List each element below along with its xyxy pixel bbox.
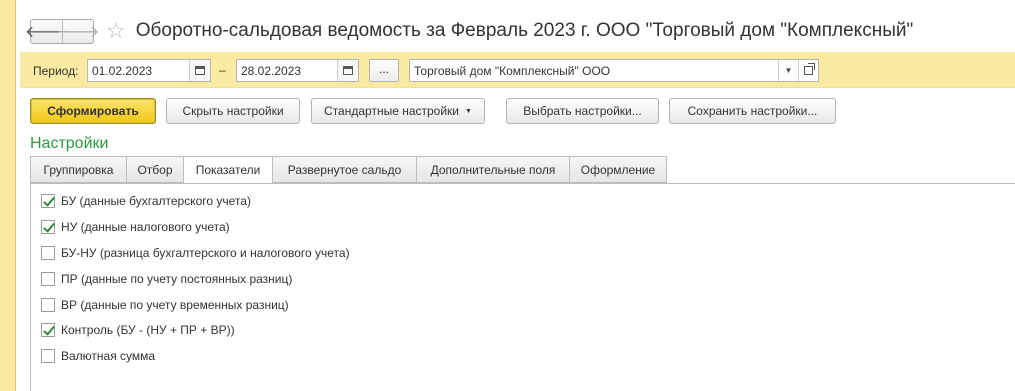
calendar-icon <box>343 66 353 75</box>
settings-title: Настройки <box>30 135 109 152</box>
tab-appearance[interactable]: Оформление <box>569 156 667 183</box>
period-bar: Период: 01.02.2023 – 28.02.2023 ... Торг… <box>20 52 1015 88</box>
tab-filter[interactable]: Отбор <box>126 156 183 183</box>
forward-arrow-icon[interactable]: 🡒 <box>57 19 99 43</box>
indicator-control-row[interactable]: Контроль (БУ - (НУ + ПР + ВР)) <box>41 322 235 338</box>
indicator-currency-label[interactable]: Валютная сумма <box>61 349 155 363</box>
indicator-vr-checkbox[interactable] <box>41 298 55 312</box>
date-to-field[interactable]: 28.02.2023 <box>236 59 359 82</box>
tab-additional-fields[interactable]: Дополнительные поля <box>416 156 569 183</box>
date-to-value: 28.02.2023 <box>241 63 302 78</box>
title-row: 🡐 🡒 ☆ Оборотно-сальдовая ведомость за Фе… <box>25 17 914 45</box>
indicator-bu-checkbox[interactable] <box>41 194 55 208</box>
chevron-down-icon: ▼ <box>465 107 472 115</box>
date-from-field[interactable]: 01.02.2023 <box>87 59 211 82</box>
indicator-control-label[interactable]: Контроль (БУ - (НУ + ПР + ВР)) <box>61 323 235 337</box>
indicator-control-checkbox[interactable] <box>41 323 55 337</box>
indicator-bu-nu-checkbox[interactable] <box>41 246 55 260</box>
save-settings-button[interactable]: Сохранить настройки... <box>669 98 836 124</box>
star-icon[interactable]: ☆ <box>106 20 126 42</box>
tab-expanded-balance[interactable]: Развернутое сальдо <box>272 156 416 183</box>
calendar-to-button[interactable] <box>337 60 358 81</box>
period-select-button[interactable]: ... <box>369 59 399 82</box>
indicator-vr-label[interactable]: ВР (данные по учету временных разниц) <box>61 298 289 312</box>
tab-indicators[interactable]: Показатели <box>183 156 272 184</box>
choose-settings-button[interactable]: Выбрать настройки... <box>506 98 659 124</box>
organization-field[interactable]: Торговый дом "Комплексный" ООО ▼ <box>409 59 819 82</box>
indicator-pr-label[interactable]: ПР (данные по учету постоянных разниц) <box>61 272 292 286</box>
indicator-nu-checkbox[interactable] <box>41 220 55 234</box>
settings-tabs: Группировка Отбор Показатели Развернутое… <box>30 156 667 184</box>
indicator-currency-checkbox[interactable] <box>41 349 55 363</box>
period-label: Период: <box>33 64 79 78</box>
indicator-bu-label[interactable]: БУ (данные бухгалтерского учета) <box>61 194 251 208</box>
indicator-nu-row[interactable]: НУ (данные налогового учета) <box>41 219 230 235</box>
navigation-buttons: 🡐 🡒 <box>25 18 99 44</box>
open-organization-button[interactable] <box>798 60 818 81</box>
left-strip <box>0 0 16 391</box>
indicator-currency-row[interactable]: Валютная сумма <box>41 348 155 364</box>
tab-grouping[interactable]: Группировка <box>30 156 126 183</box>
calendar-icon <box>195 66 205 75</box>
calendar-from-button[interactable] <box>189 60 210 81</box>
organization-value: Торговый дом "Комплексный" ООО <box>414 63 611 78</box>
indicator-pr-checkbox[interactable] <box>41 272 55 286</box>
indicator-vr-row[interactable]: ВР (данные по учету временных разниц) <box>41 297 289 313</box>
indicators-panel: БУ (данные бухгалтерского учета) НУ (дан… <box>30 183 1015 391</box>
period-dash: – <box>219 63 226 77</box>
indicator-pr-row[interactable]: ПР (данные по учету постоянных разниц) <box>41 271 292 287</box>
generate-button[interactable]: Сформировать <box>30 98 156 124</box>
indicator-bu-nu-row[interactable]: БУ-НУ (разница бухгалтерского и налогово… <box>41 245 350 261</box>
open-link-icon <box>804 63 815 75</box>
hide-settings-button[interactable]: Скрыть настройки <box>166 98 300 124</box>
indicator-nu-label[interactable]: НУ (данные налогового учета) <box>61 220 230 234</box>
report-form: 🡐 🡒 ☆ Оборотно-сальдовая ведомость за Фе… <box>20 0 1015 391</box>
standard-settings-label: Стандартные настройки <box>324 104 460 118</box>
standard-settings-button[interactable]: Стандартные настройки ▼ <box>311 98 485 124</box>
chevron-down-icon[interactable]: ▼ <box>778 60 798 81</box>
indicator-bu-row[interactable]: БУ (данные бухгалтерского учета) <box>41 193 251 209</box>
indicator-bu-nu-label[interactable]: БУ-НУ (разница бухгалтерского и налогово… <box>61 246 350 260</box>
page-title: Оборотно-сальдовая ведомость за Февраль … <box>135 20 914 41</box>
date-from-value: 01.02.2023 <box>92 63 153 78</box>
